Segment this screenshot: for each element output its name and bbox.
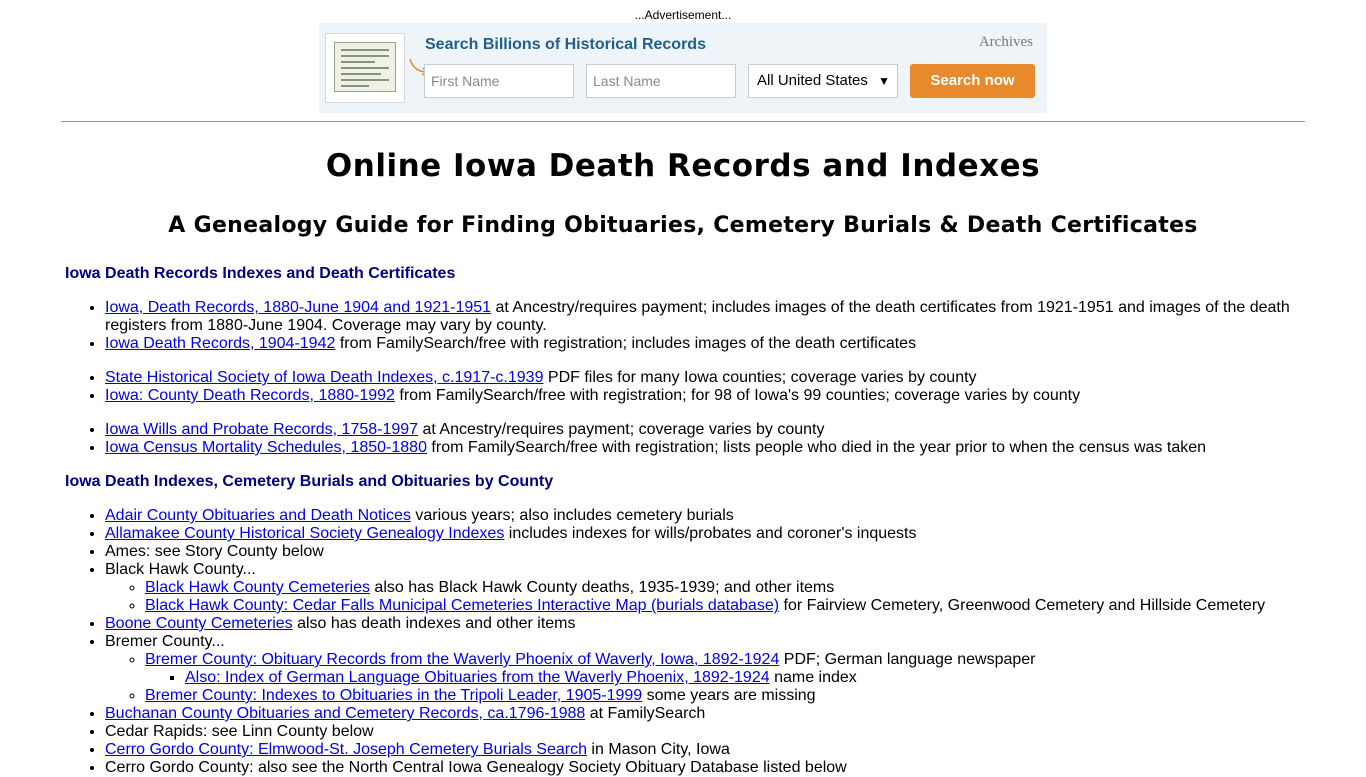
link-census-mortality[interactable]: Iowa Census Mortality Schedules, 1850-18… xyxy=(105,439,427,456)
section-heading-death-records: Iowa Death Records Indexes and Death Cer… xyxy=(65,265,456,282)
search-now-button[interactable]: Search now xyxy=(910,64,1035,98)
list-item: Iowa, Death Records, 1880-June 1904 and … xyxy=(105,299,1305,335)
link-elmwood-st-joseph-cemetery[interactable]: Cerro Gordo County: Elmwood-St. Joseph C… xyxy=(105,741,587,758)
item-description: from FamilySearch/free with registration… xyxy=(394,387,1081,404)
page-title: Online Iowa Death Records and Indexes xyxy=(325,148,1041,184)
item-description: from FamilySearch/free with registration… xyxy=(426,439,1207,456)
location-select[interactable]: All United States ▼ xyxy=(748,64,898,98)
list-item: Iowa Wills and Probate Records, 1758-199… xyxy=(105,421,1305,439)
link-iowa-death-records-1904[interactable]: Iowa Death Records, 1904-1942 xyxy=(105,335,335,352)
county-list: Adair County Obituaries and Death Notice… xyxy=(65,507,1305,777)
death-indexes-list: State Historical Society of Iowa Death I… xyxy=(65,369,1305,405)
item-description: includes indexes for wills/probates and … xyxy=(504,525,917,542)
section-heading-by-county: Iowa Death Indexes, Cemetery Burials and… xyxy=(65,473,554,490)
cedar-rapids-note: Cedar Rapids: see Linn County below xyxy=(105,723,374,740)
list-item: Adair County Obituaries and Death Notice… xyxy=(105,507,1305,525)
bremer-label: Bremer County... xyxy=(105,633,225,650)
advertisement-banner[interactable]: Search Billions of Historical Records Ar… xyxy=(319,23,1047,113)
black-hawk-sublist: Black Hawk County Cemeteries also has Bl… xyxy=(105,579,1305,615)
chevron-down-icon: ▼ xyxy=(878,74,890,88)
link-boone-county-cemeteries[interactable]: Boone County Cemeteries xyxy=(105,615,293,632)
divider xyxy=(61,121,1305,122)
list-item: State Historical Society of Iowa Death I… xyxy=(105,369,1305,387)
item-description: at FamilySearch xyxy=(585,705,706,722)
list-item: Black Hawk County: Cedar Falls Municipal… xyxy=(145,597,1305,615)
list-item: Iowa Death Records, 1904-1942 from Famil… xyxy=(105,335,1305,353)
list-item: Iowa Census Mortality Schedules, 1850-18… xyxy=(105,439,1305,457)
list-item: Cedar Rapids: see Linn County below xyxy=(105,723,1305,741)
item-description: in Mason City, Iowa xyxy=(586,741,730,758)
item-description: also has Black Hawk County deaths, 1935-… xyxy=(369,579,835,596)
item-description: for Fairview Cemetery, Greenwood Cemeter… xyxy=(779,597,1266,614)
list-item: Black Hawk County Cemeteries also has Bl… xyxy=(145,579,1305,597)
list-item: Bremer County... Bremer County: Obituary… xyxy=(105,633,1305,705)
item-description: name index xyxy=(769,669,857,686)
list-item: Allamakee County Historical Society Gene… xyxy=(105,525,1305,543)
probate-census-list: Iowa Wills and Probate Records, 1758-199… xyxy=(65,421,1305,457)
item-description: various years; also includes cemetery bu… xyxy=(410,507,734,524)
list-item: Cerro Gordo County: also see the North C… xyxy=(105,759,1305,777)
last-name-input[interactable]: Last Name xyxy=(586,64,736,98)
page-subtitle: A Genealogy Guide for Finding Obituaries… xyxy=(168,213,1198,238)
link-wills-probate[interactable]: Iowa Wills and Probate Records, 1758-199… xyxy=(105,421,418,438)
link-iowa-death-records-ancestry[interactable]: Iowa, Death Records, 1880-June 1904 and … xyxy=(105,299,491,316)
death-certificate-thumbnail xyxy=(325,33,405,103)
list-item: Bremer County: Indexes to Obituaries in … xyxy=(145,687,1305,705)
link-buchanan-county[interactable]: Buchanan County Obituaries and Cemetery … xyxy=(105,705,585,722)
archives-logo: Archives xyxy=(978,34,1033,50)
list-item: Cerro Gordo County: Elmwood-St. Joseph C… xyxy=(105,741,1305,759)
main-content: Iowa Death Records Indexes and Death Cer… xyxy=(65,265,1305,777)
link-state-historical-society[interactable]: State Historical Society of Iowa Death I… xyxy=(105,369,543,386)
ames-note: Ames: see Story County below xyxy=(105,543,324,560)
link-black-hawk-cemeteries[interactable]: Black Hawk County Cemeteries xyxy=(145,579,370,596)
ad-title: Search Billions of Historical Records xyxy=(425,36,706,53)
list-item: Bremer County: Obituary Records from the… xyxy=(145,651,1305,687)
bremer-sublist: Bremer County: Obituary Records from the… xyxy=(105,651,1305,705)
list-item: Iowa: County Death Records, 1880-1992 fr… xyxy=(105,387,1305,405)
advertisement-label: ...Advertisement... xyxy=(634,8,732,22)
list-item: Buchanan County Obituaries and Cemetery … xyxy=(105,705,1305,723)
link-county-death-records[interactable]: Iowa: County Death Records, 1880-1992 xyxy=(105,387,395,404)
location-selected-value: All United States xyxy=(757,72,868,89)
black-hawk-label: Black Hawk County... xyxy=(105,561,256,578)
link-waverly-phoenix-obituaries[interactable]: Bremer County: Obituary Records from the… xyxy=(145,651,779,668)
death-records-list: Iowa, Death Records, 1880-June 1904 and … xyxy=(65,299,1305,353)
waverly-subsublist: Also: Index of German Language Obituarie… xyxy=(145,669,1305,687)
item-description: also has death indexes and other items xyxy=(292,615,576,632)
first-name-input[interactable]: First Name xyxy=(424,64,574,98)
list-item: Boone County Cemeteries also has death i… xyxy=(105,615,1305,633)
list-item: Ames: see Story County below xyxy=(105,543,1305,561)
link-cedar-falls-cemeteries-map[interactable]: Black Hawk County: Cedar Falls Municipal… xyxy=(145,597,779,614)
link-adair-county[interactable]: Adair County Obituaries and Death Notice… xyxy=(105,507,411,524)
link-allamakee-county[interactable]: Allamakee County Historical Society Gene… xyxy=(105,525,504,542)
item-description: at Ancestry/requires payment; coverage v… xyxy=(418,421,825,438)
link-tripoli-leader-obituaries[interactable]: Bremer County: Indexes to Obituaries in … xyxy=(145,687,642,704)
list-item: Black Hawk County... Black Hawk County C… xyxy=(105,561,1305,615)
link-german-language-obituaries-index[interactable]: Also: Index of German Language Obituarie… xyxy=(185,669,770,686)
item-description: PDF files for many Iowa counties; covera… xyxy=(543,369,977,386)
list-item: Also: Index of German Language Obituarie… xyxy=(185,669,1305,687)
item-description: some years are missing xyxy=(642,687,816,704)
item-description: PDF; German language newspaper xyxy=(779,651,1036,668)
item-description: from FamilySearch/free with registration… xyxy=(335,335,917,352)
